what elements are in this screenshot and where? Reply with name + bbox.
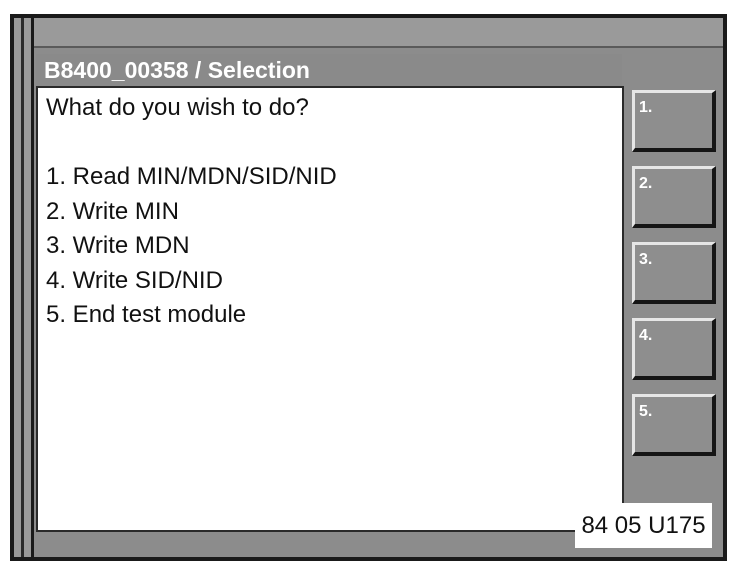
select-option-4-button[interactable]: 4. — [632, 318, 716, 380]
window-title: B8400_00358 / Selection — [44, 57, 310, 83]
select-option-1-button[interactable]: 1. — [632, 90, 716, 152]
window-top-strip — [34, 18, 723, 48]
select-option-5-button[interactable]: 5. — [632, 394, 716, 456]
window-left-rail — [14, 18, 34, 557]
question-prompt: What do you wish to do? — [46, 94, 309, 121]
application-window: B8400_00358 / Selection What do you wish… — [10, 14, 727, 561]
figure-reference-code: 84 05 U175 — [575, 503, 712, 548]
selection-content-panel: What do you wish to do? 1. Read MIN/MDN/… — [36, 86, 624, 532]
option-item-write-sid-nid: 4. Write SID/NID — [46, 266, 223, 294]
option-item-read: 1. Read MIN/MDN/SID/NID — [46, 163, 337, 190]
option-list: 1. Read MIN/MDN/SID/NID 2. Write MIN 3. … — [46, 160, 622, 333]
window-title-bar: B8400_00358 / Selection — [36, 54, 622, 86]
option-item-end-test: 5. End test module — [46, 301, 247, 328]
option-item-write-min: 2. Write MIN — [46, 197, 179, 225]
select-option-3-button[interactable]: 3. — [632, 242, 716, 304]
select-option-2-button[interactable]: 2. — [632, 166, 716, 228]
option-item-write-mdn: 3. Write MDN — [46, 232, 190, 259]
